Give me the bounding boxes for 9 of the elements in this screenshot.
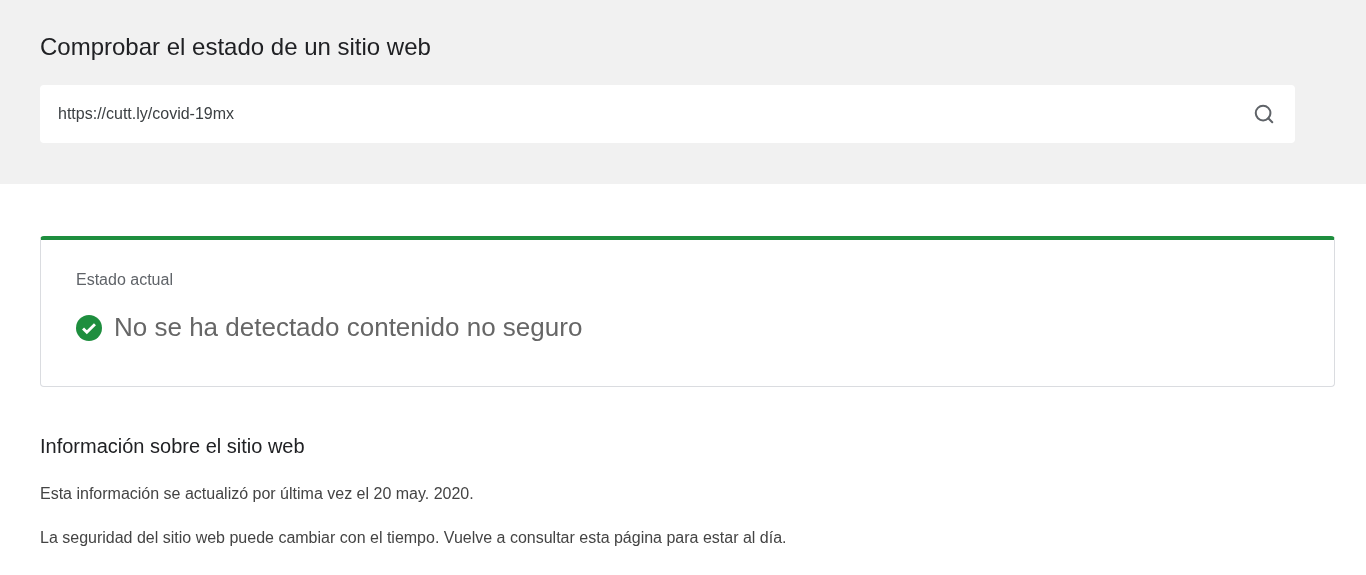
search-icon[interactable] <box>1253 103 1275 125</box>
section-title: Información sobre el sitio web <box>40 434 305 459</box>
check-circle-icon <box>76 314 102 341</box>
status-label: Estado actual <box>76 270 173 290</box>
info-text: La seguridad del sitio web puede cambiar con el tiempo. Vuelve a consultar esta página para estar al día. <box>40 528 787 548</box>
info-text: Esta información se actualizó por última vez el 20 may. 2020. <box>40 484 474 504</box>
status-text: No se ha detectado contenido no seguro <box>114 311 583 344</box>
search-field[interactable]: https://cutt.ly/covid-19mx <box>40 85 1295 143</box>
page-title: Comprobar el estado de un sitio web <box>40 32 431 62</box>
